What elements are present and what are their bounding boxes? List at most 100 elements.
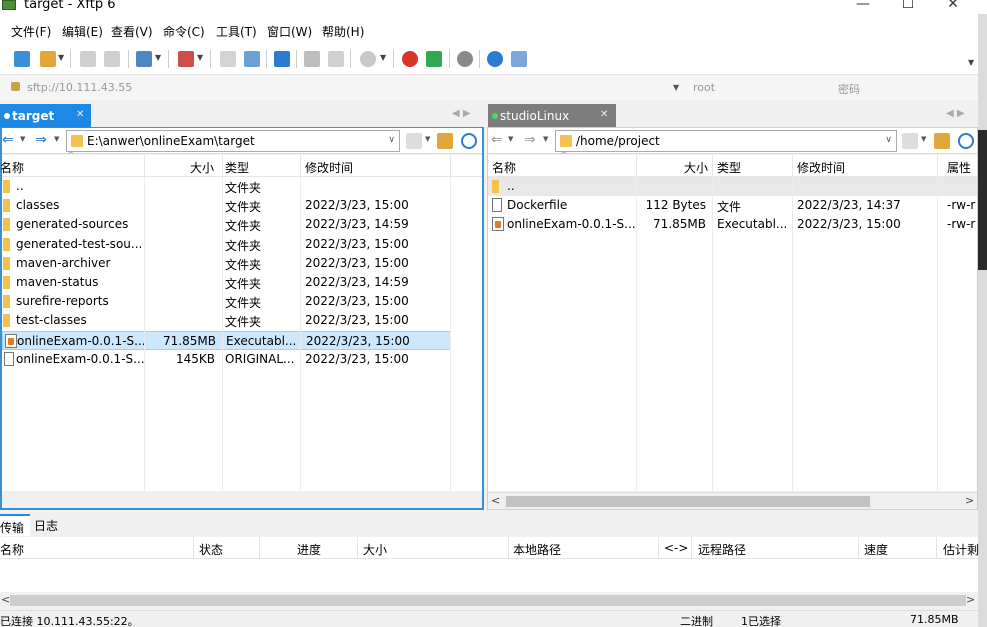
chevron-down-icon[interactable]: ∨ <box>388 135 395 145</box>
menu-file[interactable]: 文件(F) <box>11 23 51 40</box>
table-row[interactable]: maven-archiver 文件夹 2022/3/23, 15:00 <box>2 254 482 273</box>
tab-scroll-arrows-icon[interactable]: ◀ ▶ <box>946 108 965 119</box>
close-icon[interactable]: ✕ <box>600 109 608 120</box>
open-folder-icon[interactable] <box>40 51 56 67</box>
sync-icon[interactable] <box>274 51 290 67</box>
table-row[interactable]: generated-sources 文件夹 2022/3/23, 14:59 <box>2 215 482 234</box>
col-modified[interactable]: 修改时间 <box>305 159 353 176</box>
gear-icon[interactable] <box>457 51 473 67</box>
chevron-down-icon[interactable]: ▼ <box>508 135 513 143</box>
chevron-down-icon[interactable]: ▼ <box>921 135 926 143</box>
col-type[interactable]: 类型 <box>717 159 741 176</box>
help-icon[interactable] <box>487 51 503 67</box>
right-path-input[interactable]: /home/project ∨ <box>555 130 897 152</box>
menu-window[interactable]: 窗口(W) <box>267 23 312 40</box>
new-window-icon[interactable] <box>136 51 152 67</box>
toolbar-overflow-icon[interactable]: ▼ <box>968 58 974 67</box>
forward-arrow-icon[interactable]: ⇒ <box>35 132 47 148</box>
forward-arrow-icon[interactable]: ⇒ <box>524 132 536 148</box>
chevron-down-icon[interactable]: ▼ <box>20 135 25 143</box>
table-row[interactable]: surefire-reports 文件夹 2022/3/23, 15:00 <box>2 292 482 311</box>
connect-icon[interactable] <box>80 51 96 67</box>
refresh-icon[interactable] <box>958 133 974 149</box>
bookmark-icon[interactable] <box>406 133 422 149</box>
tab-log[interactable]: 日志 <box>34 514 61 536</box>
col-eta[interactable]: 估计剩 <box>943 541 979 558</box>
scrollbar-thumb[interactable] <box>10 595 966 606</box>
table-row[interactable]: classes 文件夹 2022/3/23, 15:00 <box>2 196 482 215</box>
chat-icon[interactable] <box>511 51 527 67</box>
xshell-icon[interactable] <box>426 51 442 67</box>
scroll-right-icon[interactable]: > <box>966 593 975 606</box>
col-local-path[interactable]: 本地路径 <box>513 541 561 558</box>
back-arrow-icon[interactable]: ⇐ <box>2 132 14 148</box>
table-row[interactable]: onlineExam-0.0.1-S... 71.85MB Executabl...… <box>488 215 977 234</box>
chevron-down-icon[interactable]: ▼ <box>58 53 64 62</box>
transfer-mode-icon[interactable] <box>360 51 376 67</box>
back-arrow-icon[interactable]: ⇐ <box>491 132 503 148</box>
chevron-down-icon[interactable]: ▼ <box>155 53 161 62</box>
disconnect-icon[interactable] <box>104 51 120 67</box>
col-progress[interactable]: 进度 <box>297 541 321 558</box>
table-row[interactable]: .. 文件夹 <box>2 177 482 196</box>
tab-scroll-arrows-icon[interactable]: ◀ ▶ <box>452 108 471 119</box>
tab-target[interactable]: target ✕ <box>0 104 91 128</box>
paste-icon[interactable] <box>244 51 260 67</box>
col-size[interactable]: 大小 <box>190 159 214 176</box>
scrollbar-thumb[interactable] <box>506 496 870 507</box>
col-speed[interactable]: 速度 <box>864 541 888 558</box>
menu-tools[interactable]: 工具(T) <box>216 23 257 40</box>
chevron-down-icon[interactable]: ▼ <box>54 135 59 143</box>
chevron-down-icon[interactable]: ∨ <box>885 135 892 145</box>
table-row[interactable]: Dockerfile 112 Bytes 文件 2022/3/23, 14:37 -rw… <box>488 196 977 215</box>
menu-command[interactable]: 命令(C) <box>163 23 205 40</box>
col-size[interactable]: 大小 <box>684 159 708 176</box>
menu-help[interactable]: 帮助(H) <box>322 23 364 40</box>
close-button[interactable]: ✕ <box>933 0 973 14</box>
copy-icon[interactable] <box>220 51 236 67</box>
scroll-left-icon[interactable]: < <box>491 494 500 507</box>
close-icon[interactable]: ✕ <box>76 109 84 120</box>
table-row[interactable]: generated-test-sou... 文件夹 2022/3/23, 15:00 <box>2 235 482 254</box>
netsarang-icon[interactable] <box>402 51 418 67</box>
col-status[interactable]: 状态 <box>199 541 223 558</box>
refresh-icon[interactable] <box>461 133 477 149</box>
tab-transfer[interactable]: 传输 <box>0 514 30 536</box>
table-row[interactable]: onlineExam-0.0.1-S... 145KB ORIGINAL... 202… <box>2 350 482 369</box>
outer-scrollbar-thumb[interactable] <box>978 130 987 270</box>
col-name[interactable]: 名称 <box>492 159 516 176</box>
col-name[interactable]: 名称 <box>0 159 24 176</box>
col-type[interactable]: 类型 <box>225 159 249 176</box>
new-session-icon[interactable] <box>14 51 30 67</box>
home-icon[interactable] <box>437 133 453 149</box>
right-horizontal-scrollbar[interactable]: < > <box>488 492 977 509</box>
terminal-icon[interactable] <box>178 51 194 67</box>
table-row[interactable]: onlineExam-0.0.1-S... 71.85MB Executabl...… <box>2 330 451 350</box>
col-remote-path[interactable]: 远程路径 <box>698 541 746 558</box>
table-row[interactable]: maven-status 文件夹 2022/3/23, 14:59 <box>2 273 482 292</box>
table-row[interactable]: test-classes 文件夹 2022/3/23, 15:00 <box>2 311 482 330</box>
chevron-down-icon[interactable]: ▼ <box>543 135 548 143</box>
home-icon[interactable] <box>934 133 950 149</box>
table-row[interactable]: .. <box>488 177 977 196</box>
left-path-input[interactable]: E:\anwer\onlineExam\target ∨ <box>66 130 400 152</box>
chevron-down-icon[interactable]: ▼ <box>197 53 203 62</box>
col-direction[interactable]: <-> <box>664 541 688 555</box>
password-input[interactable]: 密码 <box>838 81 860 97</box>
col-modified[interactable]: 修改时间 <box>797 159 845 176</box>
col-size[interactable]: 大小 <box>363 541 387 558</box>
transfer-horizontal-scrollbar[interactable]: < > <box>0 592 978 609</box>
username-input[interactable]: root <box>693 81 715 94</box>
host-dropdown-icon[interactable]: ▼ <box>673 83 679 92</box>
chevron-down-icon[interactable]: ▼ <box>425 135 430 143</box>
properties-icon[interactable] <box>304 51 320 67</box>
menu-edit[interactable]: 编辑(E) <box>62 23 103 40</box>
delete-icon[interactable] <box>328 51 344 67</box>
maximize-button[interactable]: ☐ <box>888 0 928 14</box>
col-attributes[interactable]: 属性 <box>947 159 971 176</box>
scroll-right-icon[interactable]: > <box>965 494 974 507</box>
tab-studiolinux[interactable]: studioLinux ✕ <box>488 104 616 128</box>
col-name[interactable]: 名称 <box>0 541 24 558</box>
bookmark-icon[interactable] <box>902 133 918 149</box>
minimize-button[interactable]: — <box>843 0 883 14</box>
